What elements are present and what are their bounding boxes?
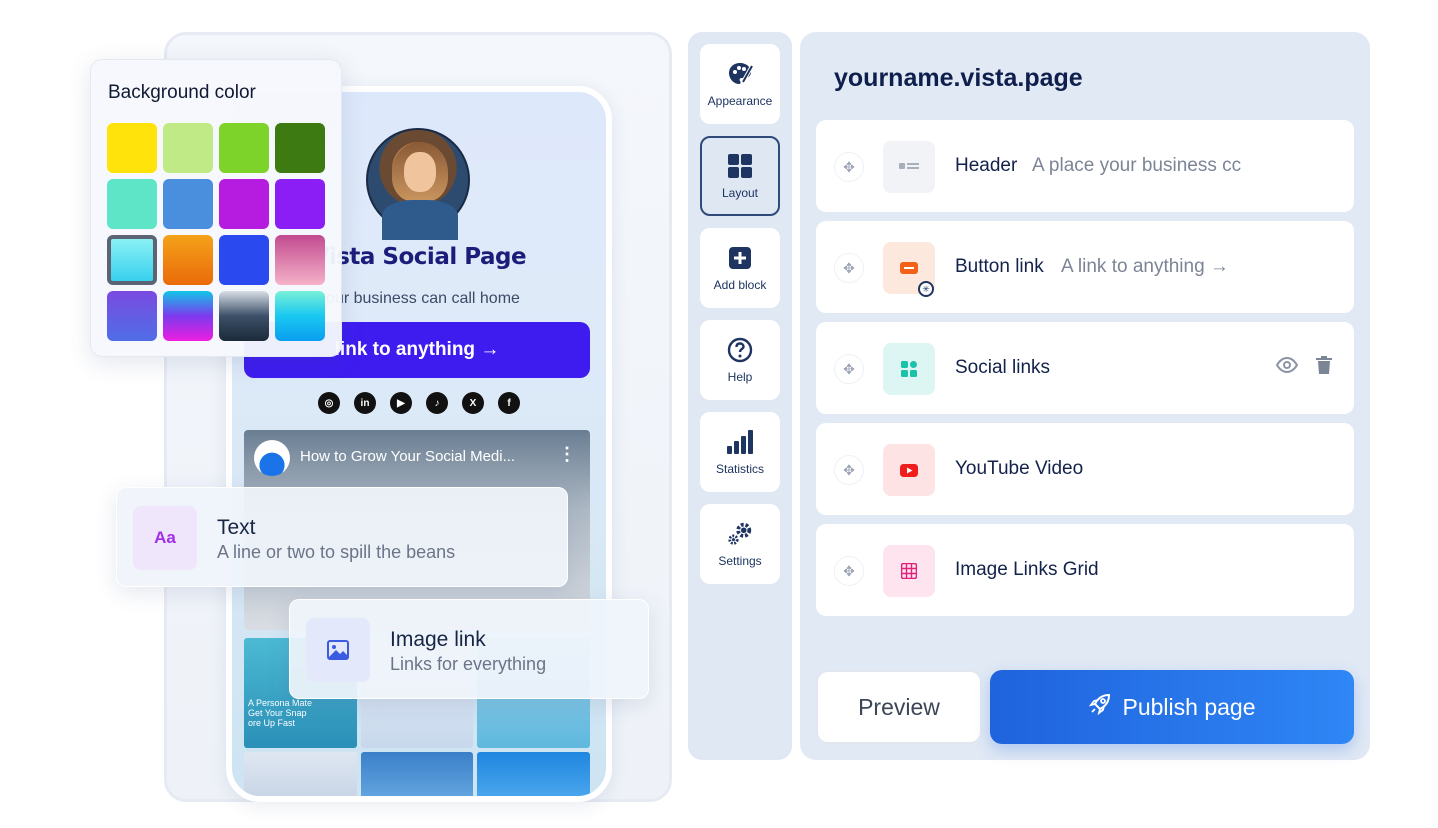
color-swatch[interactable] — [219, 235, 269, 285]
color-swatch[interactable] — [107, 179, 157, 229]
eye-icon[interactable] — [1275, 356, 1299, 378]
drag-handle-icon[interactable]: ✥ — [834, 354, 864, 384]
sidebar-label-statistics: Statistics — [715, 462, 764, 476]
block-name: YouTube Video — [955, 458, 1084, 479]
tiktok-icon[interactable]: ♪ — [426, 392, 448, 414]
rocket-icon — [1088, 693, 1111, 721]
color-swatch[interactable] — [275, 179, 325, 229]
publish-label: Publish page — [1122, 693, 1256, 720]
cursor-click-icon: ✳ — [918, 281, 934, 297]
sidebar-item-statistics[interactable]: Statistics — [700, 412, 780, 492]
drag-handle-icon[interactable]: ✥ — [834, 556, 864, 586]
color-swatch[interactable] — [219, 291, 269, 341]
linkedin-icon[interactable]: in — [354, 392, 376, 414]
app-stage: Vista Social Page your business can call… — [0, 0, 1438, 828]
color-swatch[interactable] — [275, 123, 325, 173]
sidebar-label-add-block: Add block — [713, 278, 767, 292]
video-title: How to Grow Your Social Medi... — [300, 448, 516, 465]
background-color-panel: Background color — [90, 59, 342, 357]
block-editor-panel: yourname.vista.page ✥ Header A place you… — [800, 32, 1370, 760]
block-name: Button link — [955, 256, 1044, 277]
gear-icon — [726, 520, 754, 548]
block-row-header[interactable]: ✥ Header A place your business cc — [816, 120, 1354, 212]
color-swatch[interactable] — [163, 291, 213, 341]
image-link-subtitle: Links for everything — [390, 654, 547, 674]
block-name: Social links — [955, 357, 1051, 378]
block-row-image-links-grid[interactable]: ✥ Image Links Grid — [816, 524, 1354, 616]
bar-chart-icon — [726, 428, 754, 456]
tile-caption: A Persona Mate Get Your Snap ore Up Fast — [248, 698, 313, 728]
block-description: A link to anything → — [1061, 256, 1229, 277]
color-swatch[interactable] — [275, 291, 325, 341]
image-grid-icon — [883, 545, 935, 597]
channel-logo-icon — [254, 440, 290, 476]
preview-button[interactable]: Preview — [816, 670, 982, 744]
block-actions — [1275, 356, 1332, 379]
drag-handle-icon[interactable]: ✥ — [834, 253, 864, 283]
editor-sidebar: Appearance Layout Add block Help Statist… — [688, 32, 792, 760]
facebook-icon[interactable]: f — [498, 392, 520, 414]
text-block-subtitle: A line or two to spill the beans — [217, 542, 456, 562]
color-swatch[interactable] — [107, 235, 157, 285]
image-icon — [306, 618, 370, 682]
instagram-icon[interactable]: ◎ — [318, 392, 340, 414]
sidebar-label-appearance: Appearance — [707, 94, 773, 108]
social-icons-row: ◎ in ▶ ♪ X f — [232, 392, 606, 414]
color-swatch[interactable] — [107, 291, 157, 341]
block-description: A place your business cc — [1032, 155, 1242, 176]
sidebar-item-help[interactable]: Help — [700, 320, 780, 400]
color-swatch[interactable] — [275, 235, 325, 285]
block-row-youtube-video[interactable]: ✥ YouTube Video — [816, 423, 1354, 515]
block-name: Image Links Grid — [955, 559, 1099, 580]
block-row-button-link[interactable]: ✥ ✳ Button link A link to anything → — [816, 221, 1354, 313]
text-block-card[interactable]: Aa Text A line or two to spill the beans — [116, 487, 568, 587]
header-icon — [883, 141, 935, 193]
plus-square-icon — [726, 244, 754, 272]
grid-tile[interactable] — [244, 752, 357, 796]
color-swatch-grid — [107, 123, 325, 341]
sidebar-item-add-block[interactable]: Add block — [700, 228, 780, 308]
page-url: yourname.vista.page — [834, 64, 1083, 92]
color-swatch[interactable] — [163, 123, 213, 173]
drag-handle-icon[interactable]: ✥ — [834, 152, 864, 182]
block-row-social-links[interactable]: ✥ Social links — [816, 322, 1354, 414]
color-swatch[interactable] — [219, 123, 269, 173]
drag-handle-icon[interactable]: ✥ — [834, 455, 864, 485]
color-swatch[interactable] — [107, 123, 157, 173]
grid-tile[interactable] — [360, 752, 474, 796]
sidebar-label-settings: Settings — [718, 554, 762, 568]
youtube-icon — [883, 444, 935, 496]
social-grid-icon — [883, 343, 935, 395]
color-swatch[interactable] — [163, 235, 213, 285]
sidebar-item-appearance[interactable]: Appearance — [700, 44, 780, 124]
background-color-title: Background color — [108, 82, 256, 103]
text-block-icon: Aa — [133, 506, 197, 570]
grid-icon — [726, 152, 754, 180]
sidebar-label-layout: Layout — [721, 186, 759, 200]
grid-tile[interactable] — [477, 752, 590, 796]
x-icon[interactable]: X — [462, 392, 484, 414]
publish-page-button[interactable]: Publish page — [990, 670, 1354, 744]
question-icon — [726, 336, 754, 364]
sidebar-item-layout[interactable]: Layout — [700, 136, 780, 216]
profile-avatar — [366, 128, 470, 240]
color-swatch[interactable] — [163, 179, 213, 229]
youtube-icon[interactable]: ▶ — [390, 392, 412, 414]
palette-icon — [726, 60, 754, 88]
trash-icon[interactable] — [1316, 356, 1332, 379]
image-link-block-card[interactable]: Image link Links for everything — [289, 599, 649, 699]
sidebar-label-help: Help — [727, 370, 753, 384]
image-link-title: Image link — [390, 628, 486, 651]
text-block-title: Text — [217, 516, 256, 539]
color-swatch[interactable] — [219, 179, 269, 229]
block-name: Header — [955, 155, 1018, 176]
more-options-icon[interactable]: ⋮ — [558, 444, 576, 465]
sidebar-item-settings[interactable]: Settings — [700, 504, 780, 584]
